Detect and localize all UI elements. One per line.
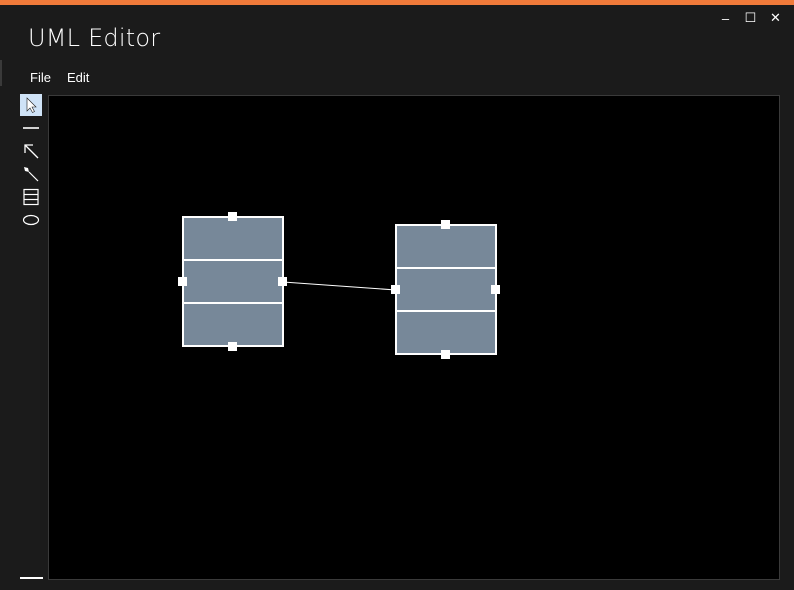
class-attributes-compartment[interactable] bbox=[395, 267, 497, 312]
connection-handle[interactable] bbox=[391, 285, 400, 294]
composition-tool-button[interactable] bbox=[20, 163, 42, 185]
cursor-arrow-icon bbox=[26, 97, 37, 113]
class-name-compartment[interactable] bbox=[395, 224, 497, 269]
menu-file[interactable]: File bbox=[22, 66, 59, 89]
title-accent-bar bbox=[0, 0, 794, 5]
arrow-tool-button[interactable] bbox=[20, 140, 42, 162]
class-attributes-compartment[interactable] bbox=[182, 259, 284, 304]
close-button[interactable]: ✕ bbox=[763, 9, 788, 27]
class-methods-compartment[interactable] bbox=[182, 302, 284, 347]
horizontal-line-icon bbox=[23, 127, 39, 129]
maximize-button[interactable]: ☐ bbox=[738, 9, 763, 27]
connection-handle[interactable] bbox=[491, 285, 500, 294]
diagram-drawing bbox=[178, 212, 500, 359]
class-box-icon bbox=[23, 188, 39, 206]
diamond-line-icon bbox=[24, 167, 39, 182]
connection-handle[interactable] bbox=[228, 212, 237, 221]
menu-bar: File Edit bbox=[22, 66, 97, 89]
diagonal-arrow-icon bbox=[24, 144, 39, 159]
class-box[interactable] bbox=[391, 220, 500, 359]
class-methods-compartment[interactable] bbox=[395, 310, 497, 355]
class-tool-button[interactable] bbox=[20, 186, 42, 208]
connection-handle[interactable] bbox=[228, 342, 237, 351]
app-title: UML Editor bbox=[28, 24, 161, 52]
class-box[interactable] bbox=[178, 212, 287, 351]
line-tool-button[interactable] bbox=[20, 117, 42, 139]
minimize-button[interactable]: – bbox=[713, 9, 738, 27]
use-case-tool-button[interactable] bbox=[20, 209, 42, 231]
ellipse-icon bbox=[22, 214, 40, 226]
status-indicator-line bbox=[20, 577, 43, 579]
menu-edit[interactable]: Edit bbox=[59, 66, 97, 89]
connection-handle[interactable] bbox=[441, 220, 450, 229]
diagram-canvas[interactable] bbox=[48, 95, 780, 580]
window-controls: – ☐ ✕ bbox=[713, 9, 788, 27]
connection-handle[interactable] bbox=[278, 277, 287, 286]
association-line[interactable] bbox=[282, 281, 397, 291]
select-tool-button[interactable] bbox=[20, 94, 42, 116]
tool-palette bbox=[20, 94, 44, 232]
connection-handle[interactable] bbox=[441, 350, 450, 359]
connection-handle[interactable] bbox=[178, 277, 187, 286]
window-edge-divider bbox=[0, 60, 2, 86]
class-name-compartment[interactable] bbox=[182, 216, 284, 261]
